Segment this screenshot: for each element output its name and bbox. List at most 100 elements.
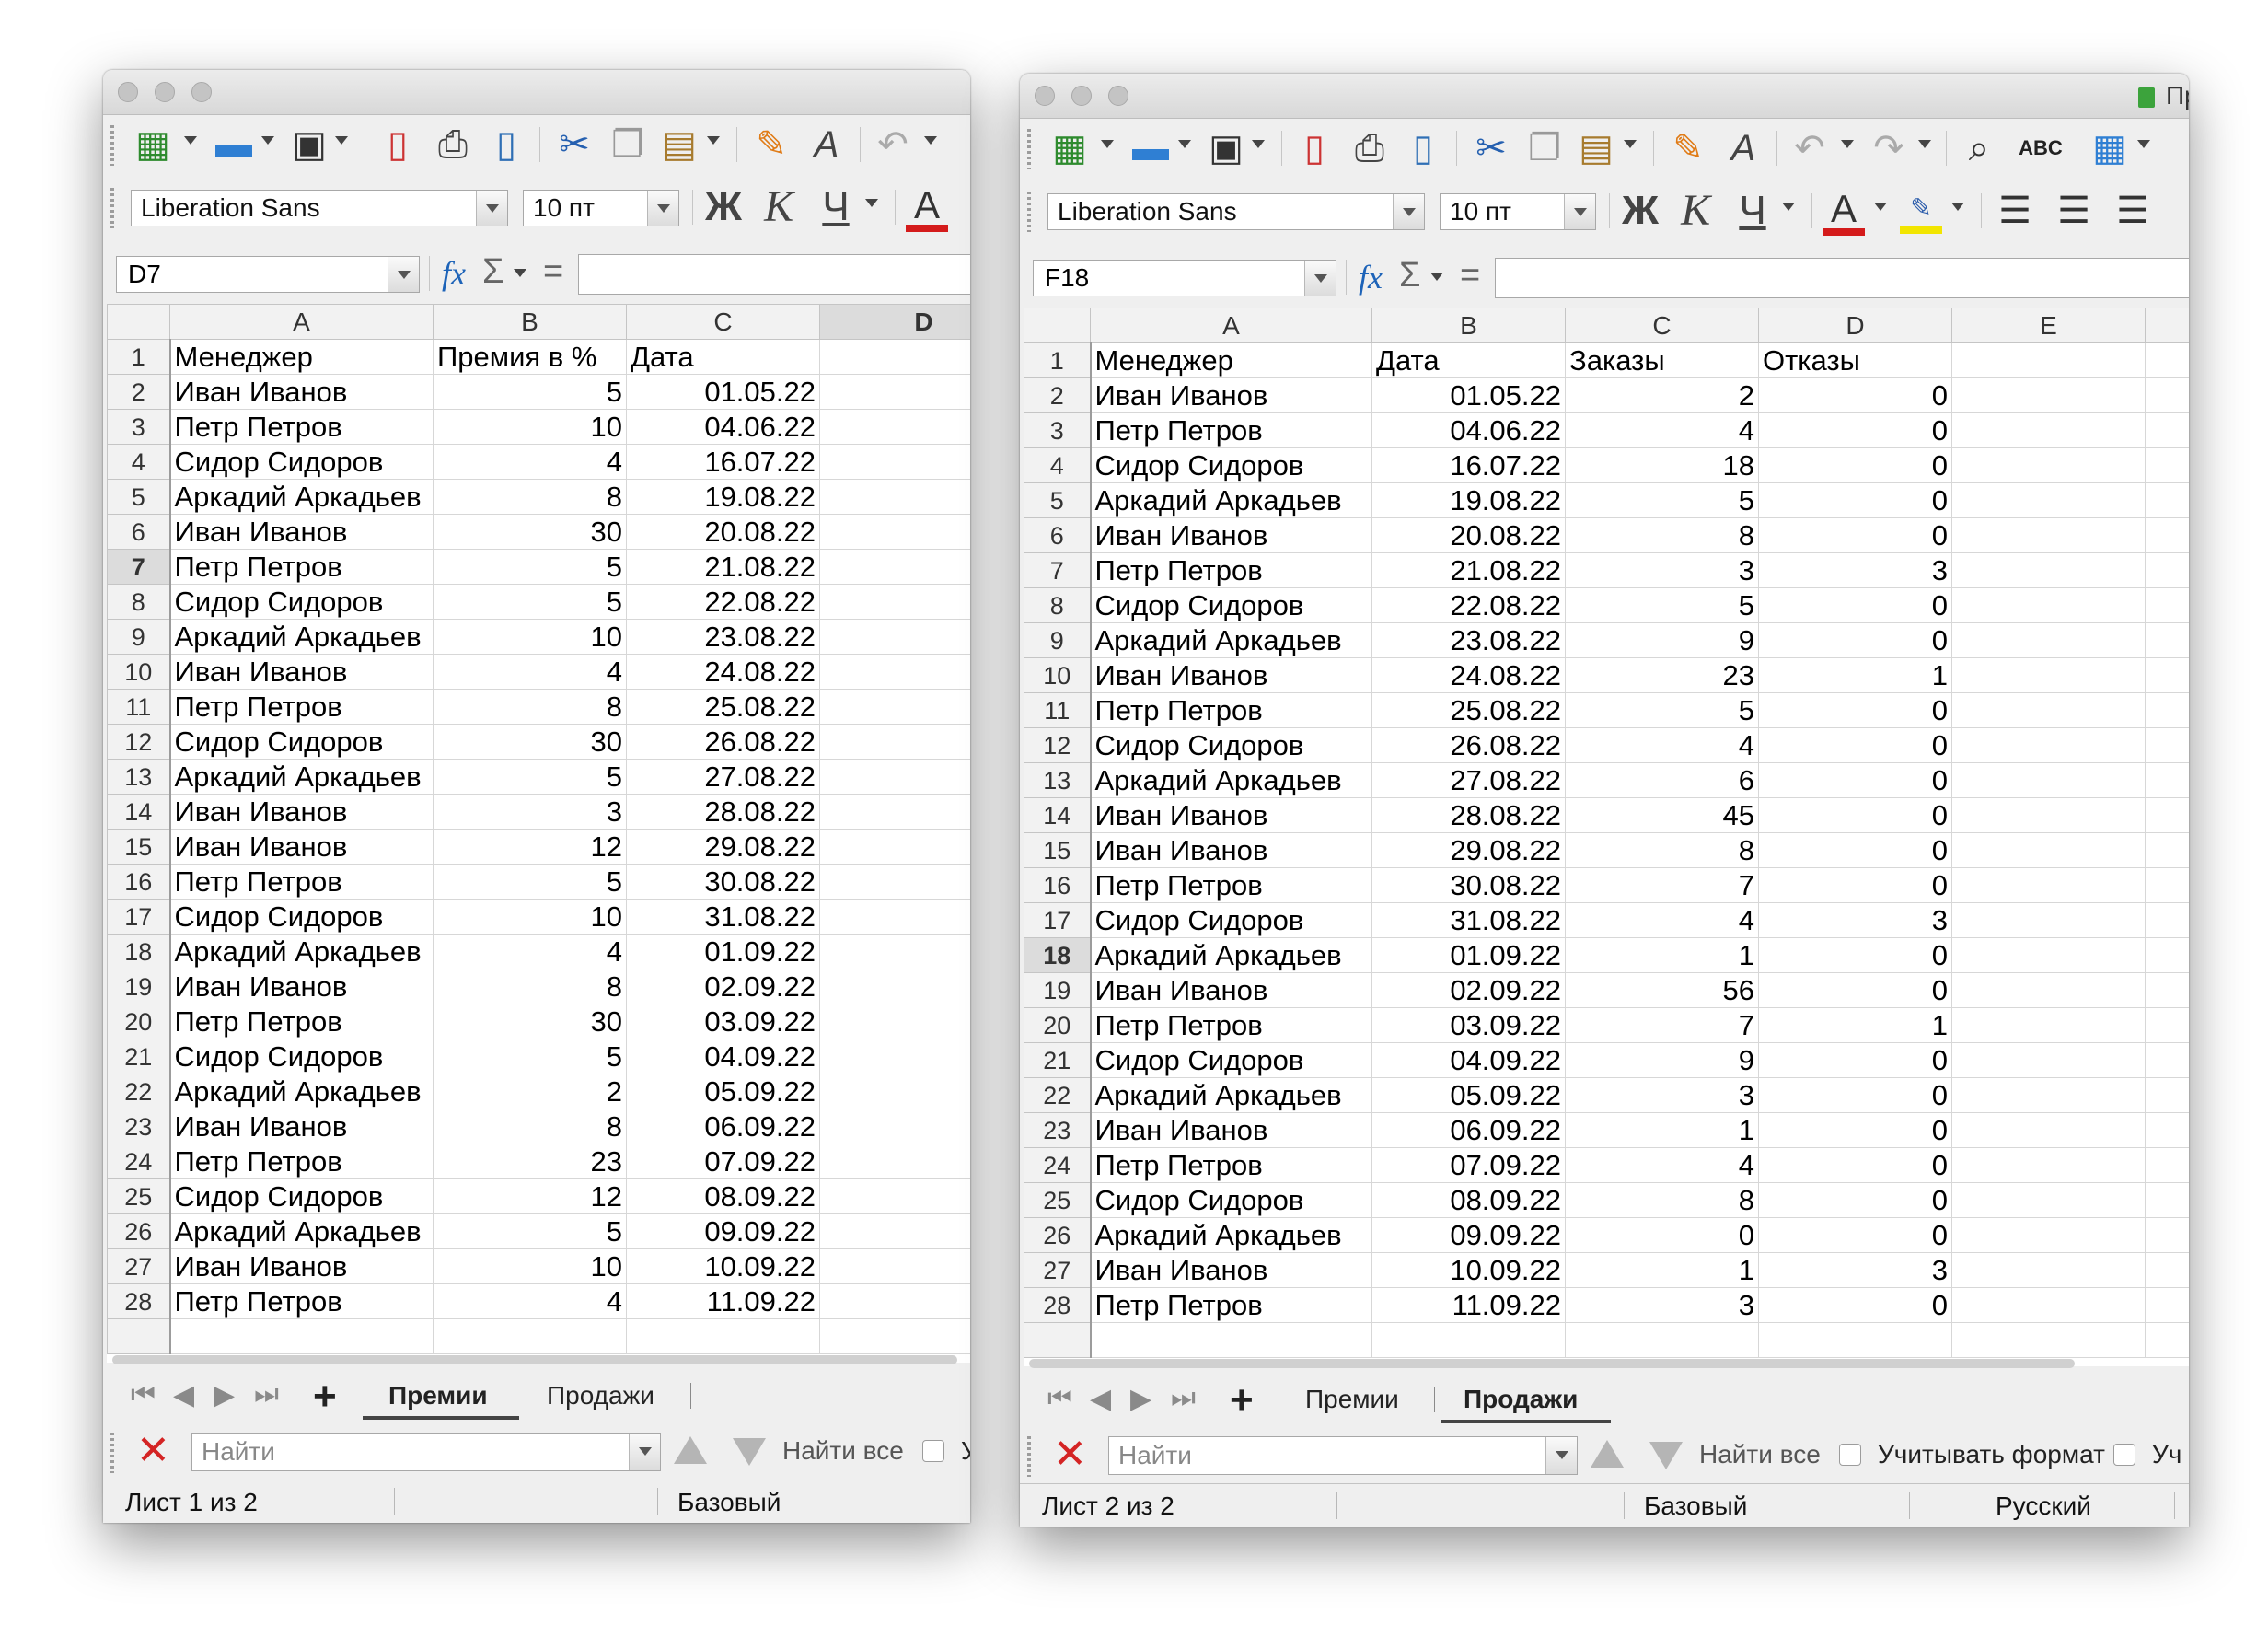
- cell[interactable]: [2145, 832, 2189, 868]
- cell[interactable]: 11.09.22: [1371, 1287, 1566, 1323]
- find-input[interactable]: Найти: [1108, 1436, 1578, 1475]
- cell[interactable]: 5: [1565, 482, 1759, 518]
- row-header[interactable]: 9: [1024, 622, 1092, 658]
- cell[interactable]: 3: [1565, 1077, 1759, 1113]
- new-dropdown-icon[interactable]: [184, 136, 197, 145]
- cell[interactable]: 22.08.22: [1371, 587, 1566, 623]
- row-header[interactable]: 24: [1024, 1147, 1092, 1183]
- status-language[interactable]: Русский: [1996, 1492, 2091, 1521]
- save-icon[interactable]: ▣: [1206, 127, 1246, 169]
- row-header[interactable]: 19: [1024, 972, 1092, 1008]
- cell[interactable]: 26.08.22: [626, 724, 820, 760]
- cell[interactable]: [1371, 1322, 1566, 1358]
- cell[interactable]: 28.08.22: [1371, 797, 1566, 833]
- cell[interactable]: 0: [1758, 1042, 1952, 1078]
- cell[interactable]: [2145, 1322, 2189, 1358]
- cell[interactable]: 01.09.22: [1371, 937, 1566, 973]
- cell[interactable]: 30.08.22: [626, 864, 820, 900]
- cell[interactable]: 25.08.22: [626, 689, 820, 725]
- cell[interactable]: 8: [1565, 832, 1759, 868]
- cell[interactable]: [2145, 587, 2189, 623]
- cell[interactable]: 04.09.22: [1371, 1042, 1566, 1078]
- cell[interactable]: 4: [1565, 727, 1759, 763]
- cell[interactable]: 03.09.22: [1371, 1007, 1566, 1043]
- cell[interactable]: [1951, 832, 2146, 868]
- highlight-color-icon[interactable]: ✎: [1900, 190, 1942, 234]
- cell[interactable]: 5: [433, 1039, 627, 1074]
- select-all-corner[interactable]: [1024, 308, 1091, 343]
- cell[interactable]: Петр Петров: [1090, 1007, 1372, 1043]
- column-header[interactable]: B: [433, 304, 627, 340]
- cell[interactable]: [2145, 1042, 2189, 1078]
- cell[interactable]: 8: [1565, 1182, 1759, 1218]
- row-header[interactable]: 6: [1024, 517, 1092, 553]
- cell[interactable]: 08.09.22: [1371, 1182, 1566, 1218]
- cell[interactable]: [819, 514, 970, 550]
- cell[interactable]: Сидор Сидоров: [169, 444, 434, 480]
- chevron-down-icon[interactable]: [476, 191, 507, 226]
- cell[interactable]: [819, 969, 970, 1004]
- next-sheet-icon[interactable]: ▶: [1130, 1383, 1151, 1415]
- row-header[interactable]: 27: [1024, 1252, 1092, 1288]
- row-header[interactable]: 26: [107, 1213, 171, 1249]
- cell[interactable]: 3: [1565, 1287, 1759, 1323]
- cell[interactable]: [1951, 517, 2146, 553]
- row-header[interactable]: 23: [107, 1109, 171, 1144]
- spellcheck-icon[interactable]: ABC: [2016, 127, 2066, 169]
- header-cell[interactable]: Дата: [1371, 342, 1566, 378]
- cell[interactable]: Сидор Сидоров: [169, 1178, 434, 1214]
- first-sheet-icon[interactable]: ⏮: [131, 1379, 156, 1411]
- row-header[interactable]: 9: [107, 619, 171, 655]
- new-spreadsheet-icon[interactable]: ▦: [1051, 127, 1088, 169]
- export-pdf-icon[interactable]: ▯: [379, 123, 416, 166]
- cell[interactable]: 4: [1565, 1147, 1759, 1183]
- cell[interactable]: 0: [1565, 1217, 1759, 1253]
- cell[interactable]: 0: [1758, 867, 1952, 903]
- column-header[interactable]: A: [1090, 308, 1372, 343]
- cell[interactable]: 0: [1758, 482, 1952, 518]
- cell[interactable]: [819, 1109, 970, 1144]
- cell[interactable]: [1951, 447, 2146, 483]
- cell[interactable]: 1: [1565, 1112, 1759, 1148]
- cell[interactable]: 12: [433, 829, 627, 865]
- cell[interactable]: 0: [1758, 1147, 1952, 1183]
- cell[interactable]: [1565, 1322, 1759, 1358]
- cell[interactable]: 25.08.22: [1371, 692, 1566, 728]
- cell[interactable]: 28.08.22: [626, 794, 820, 830]
- print-preview-icon[interactable]: ▯: [488, 123, 525, 166]
- cell[interactable]: 0: [1758, 762, 1952, 798]
- align-center-icon[interactable]: ☰: [2053, 190, 2095, 232]
- cell[interactable]: [2145, 552, 2189, 588]
- cell[interactable]: 07.09.22: [1371, 1147, 1566, 1183]
- cell[interactable]: [1951, 657, 2146, 693]
- cell[interactable]: 9: [1565, 622, 1759, 658]
- row-dropdown-icon[interactable]: [2137, 140, 2150, 148]
- row-header[interactable]: 4: [1024, 447, 1092, 483]
- cut-icon[interactable]: ✂: [1471, 127, 1511, 169]
- copy-icon[interactable]: ❐: [608, 123, 648, 166]
- cell[interactable]: [819, 934, 970, 969]
- cell[interactable]: [2145, 762, 2189, 798]
- cell[interactable]: [819, 829, 970, 865]
- cell[interactable]: 30: [433, 1004, 627, 1039]
- cell[interactable]: [1951, 552, 2146, 588]
- horizontal-scrollbar[interactable]: [112, 1355, 957, 1364]
- find-replace-icon[interactable]: ⌕: [1959, 127, 1999, 169]
- row-header[interactable]: 8: [107, 584, 171, 620]
- row-header[interactable]: 24: [107, 1144, 171, 1179]
- cell[interactable]: Аркадий Аркадьев: [1090, 1077, 1372, 1113]
- cell[interactable]: Аркадий Аркадьев: [169, 1213, 434, 1249]
- cell[interactable]: [1951, 1112, 2146, 1148]
- cell[interactable]: [819, 409, 970, 445]
- close-find-icon[interactable]: ✕: [136, 1431, 170, 1471]
- cell[interactable]: 11.09.22: [626, 1283, 820, 1319]
- cell[interactable]: [819, 619, 970, 655]
- cell[interactable]: 2: [1565, 377, 1759, 413]
- cell[interactable]: Петр Петров: [1090, 1287, 1372, 1323]
- cell[interactable]: 0: [1758, 1112, 1952, 1148]
- cell[interactable]: Аркадий Аркадьев: [169, 1074, 434, 1109]
- cell[interactable]: [2145, 797, 2189, 833]
- cell[interactable]: [1951, 867, 2146, 903]
- formula-equals-icon[interactable]: =: [1460, 256, 1480, 296]
- cell[interactable]: Иван Иванов: [169, 794, 434, 830]
